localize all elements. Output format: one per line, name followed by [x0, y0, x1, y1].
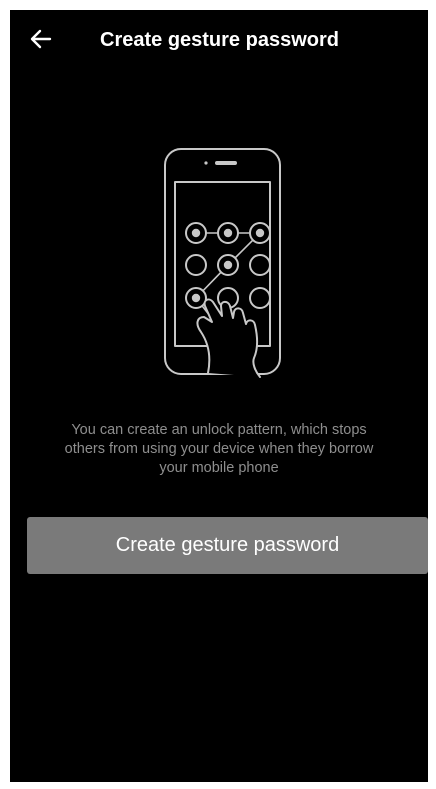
phone-unlock-pattern-illustration [164, 148, 281, 378]
app-screen: Create gesture password You can create a… [10, 10, 428, 782]
top-bar: Create gesture password [10, 10, 428, 70]
arrow-left-icon [30, 29, 52, 49]
description-text: You can create an unlock pattern, which … [64, 422, 374, 476]
create-gesture-password-button[interactable]: Create gesture password [27, 517, 428, 574]
page-title: Create gesture password [100, 29, 339, 51]
back-button[interactable] [24, 24, 58, 54]
